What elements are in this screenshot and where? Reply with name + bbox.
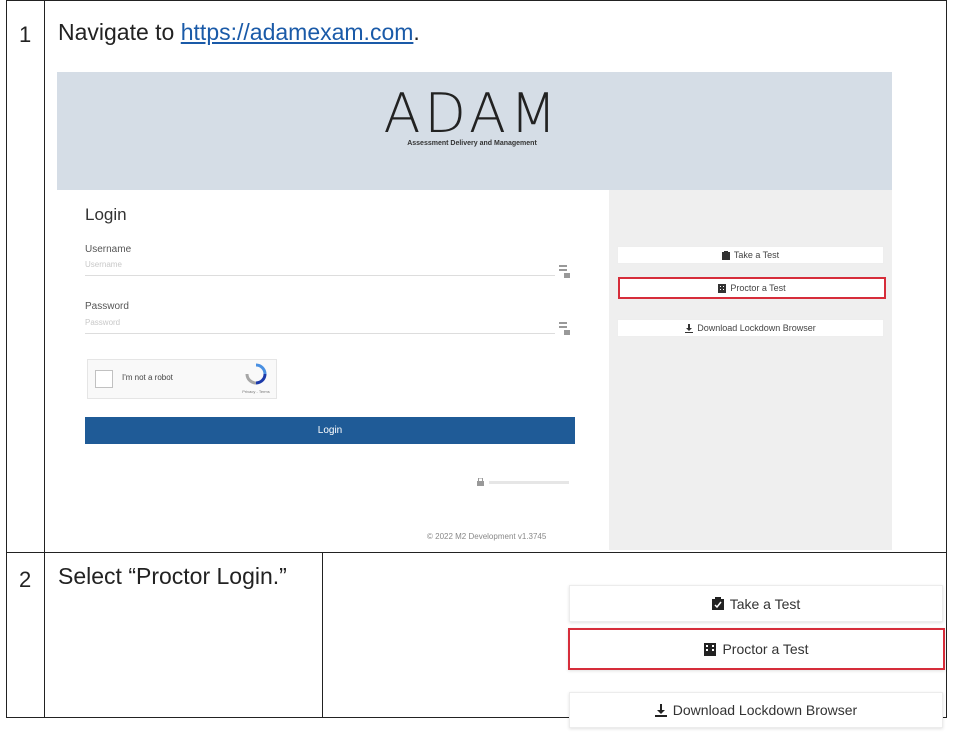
website-screenshot: ADAM Assessment Delivery and Management … (57, 72, 892, 550)
side-download-label: Download Lockdown Browser (697, 323, 816, 333)
table-top-border (6, 0, 947, 1)
download-lockdown-label: Download Lockdown Browser (672, 702, 858, 718)
password-label: Password (85, 301, 129, 312)
step-text-suffix: . (413, 19, 420, 45)
download-icon (654, 703, 667, 717)
captcha-checkbox[interactable] (95, 370, 113, 388)
side-proctor-test-button[interactable]: Proctor a Test (618, 277, 886, 299)
step-text-prefix: Navigate to (58, 19, 181, 45)
recaptcha-icon (245, 363, 267, 385)
download-lockdown-button[interactable]: Download Lockdown Browser (569, 692, 943, 728)
proctor-login-link-label (489, 480, 569, 484)
step-number: 1 (19, 22, 32, 47)
password-underline (85, 333, 555, 334)
site-link[interactable]: https://adamexam.com (181, 19, 414, 45)
clipboard-icon (711, 597, 724, 610)
side-download-button[interactable]: Download Lockdown Browser (617, 319, 884, 337)
login-button[interactable]: Login (85, 417, 575, 444)
building-icon (704, 642, 717, 656)
proctor-login-link[interactable] (477, 477, 577, 487)
lock-icon (477, 478, 484, 486)
login-title: Login (85, 205, 127, 224)
site-header: ADAM Assessment Delivery and Management (57, 72, 892, 190)
take-test-label: Take a Test (729, 595, 801, 612)
download-icon (685, 323, 694, 333)
step-instruction: Navigate to https://adamexam.com. (58, 19, 420, 46)
login-button-label: Login (317, 425, 343, 436)
clipboard-icon (721, 250, 730, 260)
side-proctor-test-label: Proctor a Test (730, 283, 786, 293)
username-input[interactable]: Username (85, 260, 505, 269)
password-keychain-icon (559, 322, 571, 336)
table-left-border (6, 0, 7, 718)
row2-inner-divider (322, 552, 323, 718)
username-label: Username (85, 244, 132, 255)
step-number: 2 (19, 567, 32, 592)
table-column-divider (44, 0, 45, 718)
side-take-test-label: Take a Test (733, 250, 780, 260)
take-test-button[interactable]: Take a Test (569, 585, 943, 622)
proctor-test-label: Proctor a Test (722, 641, 809, 657)
step-instruction: Select “Proctor Login.” (58, 563, 287, 589)
username-keychain-icon (559, 265, 571, 279)
site-logo-subtitle: Assessment Delivery and Management (407, 140, 537, 147)
password-input[interactable]: Password (85, 318, 505, 327)
building-icon (718, 283, 727, 293)
table-right-border (946, 0, 947, 718)
site-logo: ADAM (383, 82, 561, 145)
proctor-test-button[interactable]: Proctor a Test (568, 628, 945, 670)
side-panel: Take a Test Proctor a Test Download Lock… (609, 190, 892, 550)
username-underline (85, 275, 555, 276)
captcha-label: I'm not a robot (122, 373, 173, 382)
captcha-widget: I'm not a robot Privacy - Terms (87, 359, 277, 399)
side-take-test-button[interactable]: Take a Test (617, 246, 884, 264)
table-row-divider (6, 552, 947, 553)
captcha-terms: Privacy - Terms (242, 389, 270, 394)
site-footer: © 2022 M2 Development v1.3745 (427, 532, 547, 541)
